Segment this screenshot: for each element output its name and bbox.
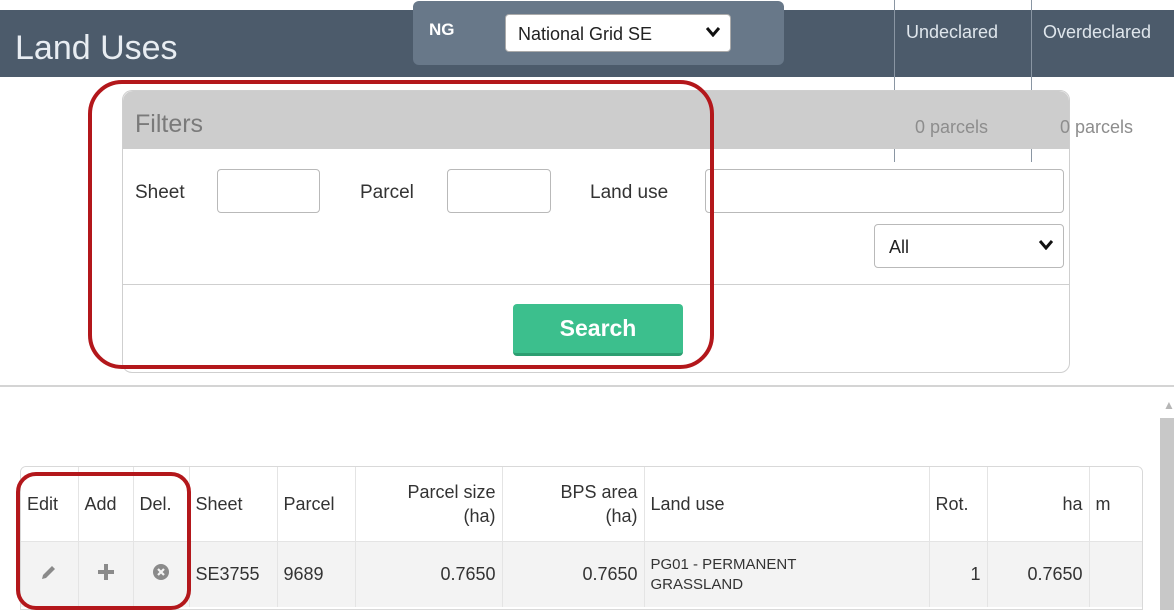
land-use-column-header[interactable]: Land use — [644, 467, 930, 542]
parcel-size-header-line1: Parcel size — [407, 482, 496, 502]
sheet-label: Sheet — [135, 182, 185, 203]
edit-column-header: Edit — [21, 467, 79, 542]
status-select[interactable]: All — [874, 224, 1064, 268]
parcel-size-cell: 0.7650 — [355, 541, 503, 607]
bps-area-cell: 0.7650 — [502, 541, 645, 607]
section-divider — [0, 385, 1174, 387]
land-use-label: Land use — [590, 182, 669, 203]
bps-area-column-header[interactable]: BPS area (ha) — [502, 467, 645, 542]
circle-x-icon — [152, 563, 170, 586]
rot-column-header[interactable]: Rot. — [929, 467, 988, 542]
sheet-cell: SE3755 — [189, 541, 278, 607]
plus-icon — [96, 563, 116, 587]
page-title: Land Uses — [15, 29, 178, 67]
filters-title: Filters — [135, 110, 204, 138]
undeclared-count: 0 parcels — [915, 117, 989, 137]
overdeclared-header[interactable]: Overdeclared — [1043, 22, 1151, 43]
sheet-input[interactable] — [217, 169, 320, 213]
parcel-input[interactable] — [447, 169, 551, 213]
table-row: SE3755 9689 0.7650 0.7650 PG01 - PERMANE… — [21, 541, 1142, 607]
edit-button[interactable] — [21, 541, 79, 607]
table-header-row: Edit Add Del. Sheet Parcel Parcel size (… — [21, 467, 1142, 542]
organisation-code: NG — [429, 20, 455, 39]
organisation-panel: NG National Grid SE — [413, 1, 784, 65]
parcel-size-column-header[interactable]: Parcel size (ha) — [355, 467, 503, 542]
ha-cell: 0.7650 — [987, 541, 1090, 607]
land-use-line1: PG01 - PERMANENT — [650, 555, 797, 573]
pencil-icon — [39, 565, 59, 587]
scroll-up-icon[interactable]: ▲ — [1163, 398, 1174, 412]
parcel-column-header[interactable]: Parcel — [277, 467, 356, 542]
add-button[interactable] — [78, 541, 134, 607]
filters-divider — [123, 284, 1069, 285]
parcel-label: Parcel — [360, 182, 414, 203]
land-use-input[interactable] — [705, 169, 1064, 213]
organisation-select[interactable]: National Grid SE — [505, 14, 731, 52]
land-use-cell: PG01 - PERMANENT GRASSLAND — [644, 541, 930, 607]
organisation-select-value: National Grid SE — [518, 24, 653, 44]
ha-column-header[interactable]: ha — [987, 467, 1090, 542]
scrollbar-thumb[interactable] — [1160, 418, 1174, 610]
chevron-down-icon — [705, 24, 721, 41]
rot-cell: 1 — [929, 541, 988, 607]
sheet-column-header[interactable]: Sheet — [189, 467, 278, 542]
m-column-header[interactable]: m — [1089, 467, 1142, 542]
delete-button[interactable] — [133, 541, 190, 607]
chevron-down-icon — [1038, 237, 1054, 254]
search-button[interactable]: Search — [513, 304, 683, 356]
undeclared-header[interactable]: Undeclared — [906, 22, 998, 43]
parcel-cell: 9689 — [277, 541, 356, 607]
delete-column-header: Del. — [133, 467, 190, 542]
status-select-value: All — [889, 237, 910, 257]
bps-area-header-line1: BPS area — [560, 482, 638, 502]
parcel-size-header-line2: (ha) — [463, 506, 496, 526]
land-use-line2: GRASSLAND — [650, 575, 744, 593]
add-column-header: Add — [78, 467, 134, 542]
overdeclared-count: 0 parcels — [1060, 117, 1134, 137]
m-cell — [1089, 541, 1142, 607]
land-uses-table: Edit Add Del. Sheet Parcel Parcel size (… — [20, 466, 1143, 610]
bps-area-header-line2: (ha) — [605, 506, 638, 526]
